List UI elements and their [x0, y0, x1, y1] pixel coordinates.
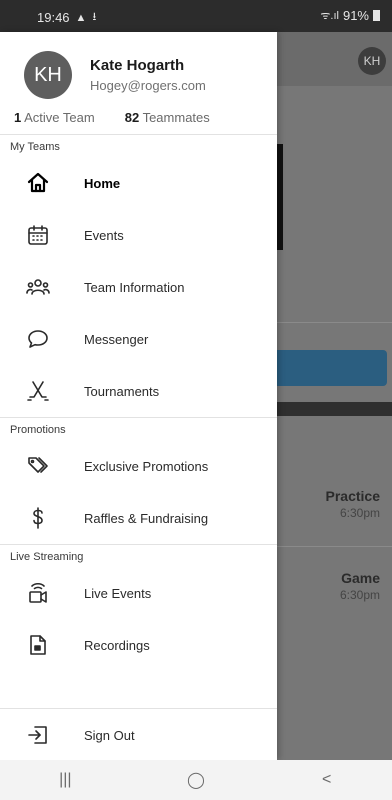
calendar-icon — [0, 223, 84, 247]
back-button[interactable]: < — [297, 760, 357, 800]
menu-item-sign-out[interactable]: Sign Out — [0, 709, 277, 761]
background-image-edge — [277, 144, 283, 250]
menu-item-recordings[interactable]: Recordings — [0, 619, 277, 671]
event-time: 6:30pm — [339, 588, 380, 602]
section-live-streaming: Live Streaming — [10, 551, 84, 563]
signout-section: Sign Out — [0, 708, 277, 760]
signal-icon: ᯤ.ıl — [320, 10, 339, 22]
menu-label: Messenger — [84, 331, 149, 347]
event-time: 6:30pm — [339, 506, 380, 520]
home-button[interactable]: ◯ — [166, 760, 226, 800]
section-promotions: Promotions — [10, 424, 66, 436]
menu-label: Exclusive Promotions — [84, 458, 209, 474]
background-event-game: Game 6:30pm — [340, 570, 380, 602]
battery-level: 91% — [342, 8, 369, 23]
menu-item-exclusive-promotions[interactable]: Exclusive Promotions — [0, 440, 277, 492]
tags-icon — [0, 454, 84, 478]
chat-bubble-icon — [0, 327, 84, 351]
profile-email: Hogey@rogers.com — [90, 78, 206, 93]
navigation-drawer: KH Kate Hogarth Hogey@rogers.com 1 Activ… — [0, 32, 277, 760]
menu-label: Live Events — [84, 585, 152, 601]
avatar[interactable]: KH — [24, 51, 72, 99]
menu-item-live-events[interactable]: Live Events — [0, 567, 277, 619]
menu-item-tournaments[interactable]: Tournaments — [0, 365, 277, 417]
battery-icon — [373, 10, 380, 21]
hockey-sticks-icon — [0, 379, 84, 403]
menu-item-events[interactable]: Events — [0, 209, 277, 261]
menu-label: Team Information — [84, 279, 185, 295]
active-team-stat: 1 Active Team — [14, 110, 95, 125]
recents-button[interactable]: ||| — [35, 760, 95, 800]
profile-header: KH Kate Hogarth Hogey@rogers.com 1 Activ… — [0, 32, 277, 135]
background-event-practice: Practice 6:30pm — [326, 488, 380, 520]
status-bar: 19:46 ▲ ⭳ ᯤ.ıl 91% — [0, 0, 392, 32]
system-navigation-bar: ||| ◯ < — [0, 760, 392, 800]
profile-stats: 1 Active Team 82 Teammates — [14, 110, 210, 125]
recording-file-icon — [0, 633, 84, 657]
clock: 19:46 — [37, 10, 70, 25]
menu-label: Events — [84, 227, 124, 243]
live-camera-icon — [0, 581, 84, 605]
background-top-bar: KH — [277, 32, 392, 86]
menu-label: Recordings — [84, 637, 150, 653]
teammates-stat: 82 Teammates — [124, 110, 210, 125]
menu-label: Sign Out — [84, 727, 135, 743]
menu-label: Raffles & Fundraising — [84, 510, 209, 526]
profile-name: Kate Hogarth — [90, 57, 185, 74]
background-divider — [277, 322, 392, 323]
menu-label: Home — [84, 175, 121, 191]
event-title: Game — [341, 570, 380, 586]
background-bar — [277, 402, 392, 416]
background-button — [277, 350, 387, 386]
menu-item-team-information[interactable]: Team Information — [0, 261, 277, 313]
dollar-icon — [0, 506, 84, 530]
sign-out-icon — [0, 723, 84, 747]
menu-item-home[interactable]: Home — [0, 157, 277, 209]
home-icon — [0, 171, 84, 195]
event-title: Practice — [325, 488, 380, 504]
menu-label: Tournaments — [84, 383, 160, 399]
alert-icon: ▲ — [75, 11, 87, 24]
menu-item-messenger[interactable]: Messenger — [0, 313, 277, 365]
section-my-teams: My Teams — [10, 141, 60, 153]
group-icon — [0, 275, 84, 299]
background-app-scrim[interactable]: KH Practice 6:30pm Game 6:30pm — [277, 32, 392, 760]
download-icon: ⭳ — [92, 11, 97, 23]
background-divider — [277, 546, 392, 547]
menu-item-raffles-fundraising[interactable]: Raffles & Fundraising — [0, 492, 277, 544]
background-avatar: KH — [358, 47, 386, 75]
